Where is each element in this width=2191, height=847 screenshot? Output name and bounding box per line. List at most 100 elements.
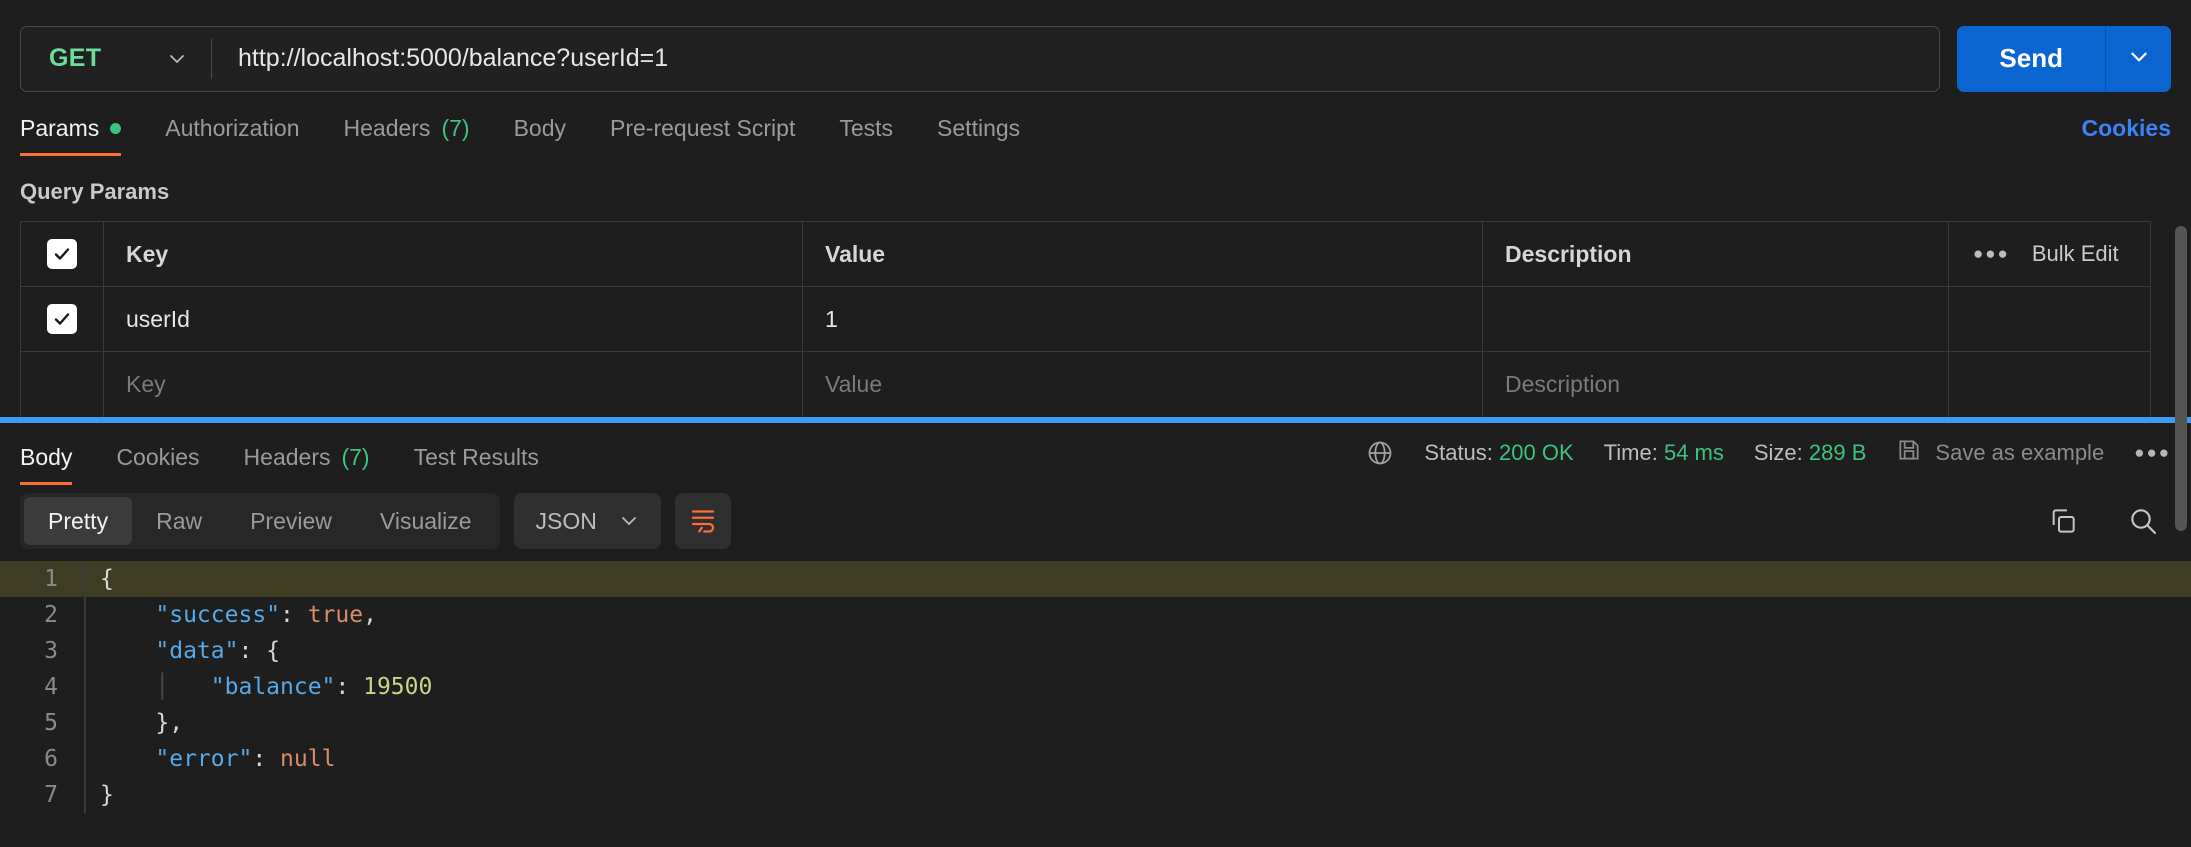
response-tab-body[interactable]: Body xyxy=(20,444,94,485)
globe-icon xyxy=(1366,439,1394,467)
bulk-edit-button[interactable]: Bulk Edit xyxy=(2032,241,2119,267)
param-value-input[interactable]: 1 xyxy=(803,287,1483,351)
code-token: } xyxy=(155,710,170,736)
response-tab-headers-label: Headers xyxy=(243,444,331,470)
new-param-description-input[interactable]: Description xyxy=(1483,352,1948,417)
url-input[interactable]: http://localhost:5000/balance?userId=1 xyxy=(212,44,1939,73)
response-tab-test-results[interactable]: Test Results xyxy=(392,444,561,485)
query-params-panel: Query Params Key Value Description ●●● B… xyxy=(0,156,2191,531)
code-line: 3 "data": { xyxy=(0,633,2191,669)
view-mode-preview[interactable]: Preview xyxy=(226,497,356,545)
http-method-label: GET xyxy=(49,44,102,72)
code-token: "success" xyxy=(155,602,281,628)
chevron-down-icon xyxy=(2128,46,2150,71)
send-button[interactable]: Send xyxy=(1957,25,2105,92)
line-number: 7 xyxy=(44,782,58,808)
row-select-cell xyxy=(21,287,104,351)
size-label: Size: xyxy=(1753,440,1803,465)
indent-guide: │ xyxy=(100,674,211,700)
tab-headers-count: (7) xyxy=(441,115,470,141)
select-all-checkbox[interactable] xyxy=(47,239,77,269)
send-button-group: Send xyxy=(1957,25,2171,92)
response-view-mode-group: Pretty Raw Preview Visualize xyxy=(20,493,500,549)
tab-params[interactable]: Params xyxy=(20,115,143,156)
response-meta-bar: Status: 200 OK Time: 54 ms Size: 289 B S… xyxy=(1366,437,2171,485)
code-token: null xyxy=(280,746,336,772)
new-param-value-input[interactable]: Value xyxy=(803,352,1483,417)
tab-headers-label: Headers xyxy=(343,115,431,141)
status-meta: Status: 200 OK xyxy=(1424,440,1573,466)
response-more-options-icon[interactable]: ●●● xyxy=(2134,443,2171,463)
code-token: , xyxy=(169,710,184,736)
tab-body[interactable]: Body xyxy=(492,115,588,156)
response-language-selector[interactable]: JSON xyxy=(513,493,661,549)
response-tab-headers[interactable]: Headers (7) xyxy=(222,444,392,485)
tab-pre-request-script[interactable]: Pre-request Script xyxy=(588,115,817,156)
more-options-icon[interactable]: ●●● xyxy=(1973,244,2010,264)
code-token: : xyxy=(238,638,267,664)
view-mode-visualize[interactable]: Visualize xyxy=(356,497,496,545)
row-checkbox[interactable] xyxy=(47,304,77,334)
query-params-title: Query Params xyxy=(20,179,170,204)
url-input-wrapper: GET http://localhost:5000/balance?userId… xyxy=(20,25,1941,92)
chevron-down-icon xyxy=(619,511,639,531)
row-spacer-empty xyxy=(1948,352,2150,417)
code-token: : xyxy=(335,674,364,700)
copy-icon[interactable] xyxy=(2047,505,2079,537)
new-param-key-input[interactable]: Key xyxy=(104,352,803,417)
tab-pre-request-script-label: Pre-request Script xyxy=(610,115,796,141)
code-line: 5 }, xyxy=(0,705,2191,741)
tab-headers[interactable]: Headers (7) xyxy=(322,115,492,156)
code-token: true xyxy=(307,602,364,628)
send-options-button[interactable] xyxy=(2105,25,2171,92)
table-header-row: Key Value Description ●●● Bulk Edit xyxy=(21,222,2150,287)
tab-tests[interactable]: Tests xyxy=(817,115,915,156)
search-icon[interactable] xyxy=(2127,505,2159,537)
line-number: 1 xyxy=(44,566,58,592)
cookies-link[interactable]: Cookies xyxy=(2082,115,2171,156)
word-wrap-toggle[interactable] xyxy=(674,493,731,549)
code-token: "balance" xyxy=(210,674,336,700)
column-header-value: Value xyxy=(803,222,1483,286)
unsaved-dot-icon xyxy=(110,123,122,134)
response-tab-cookies[interactable]: Cookies xyxy=(94,444,221,485)
column-header-description: Description xyxy=(1505,240,1632,267)
response-tab-headers-count: (7) xyxy=(341,444,370,470)
response-format-toolbar: Pretty Raw Preview Visualize JSON xyxy=(0,485,2191,561)
params-scrollbar[interactable] xyxy=(2175,226,2187,531)
time-label: Time: xyxy=(1603,440,1658,465)
response-body-code[interactable]: 1{2 "success": true, 3 "data": {4 │ "bala… xyxy=(0,561,2191,813)
view-mode-raw[interactable]: Raw xyxy=(132,497,226,545)
param-description-input[interactable] xyxy=(1483,287,1948,351)
code-token: { xyxy=(100,566,114,592)
bulk-edit-cell: ●●● Bulk Edit xyxy=(1948,222,2150,286)
param-key-input[interactable]: userId xyxy=(104,287,803,351)
code-line: 7} xyxy=(0,777,2191,813)
save-as-example-button[interactable]: Save as example xyxy=(1896,437,2104,469)
http-method-selector[interactable]: GET xyxy=(21,27,211,91)
time-value: 54 ms xyxy=(1663,440,1724,465)
line-number: 2 xyxy=(44,602,58,628)
size-value: 289 B xyxy=(1808,440,1867,465)
status-label: Status: xyxy=(1424,440,1493,465)
query-params-table: Key Value Description ●●● Bulk Edit user… xyxy=(20,221,2151,417)
response-tab-cookies-label: Cookies xyxy=(116,444,200,470)
view-mode-pretty[interactable]: Pretty xyxy=(24,497,133,545)
code-token: { xyxy=(266,638,281,664)
code-line: 2 "success": true, xyxy=(0,597,2191,633)
code-line-text: │ "balance": 19500 xyxy=(86,669,432,705)
tab-params-label: Params xyxy=(20,115,100,141)
code-line-text: "error": null xyxy=(86,741,335,777)
response-tab-body-label: Body xyxy=(20,444,73,470)
code-token: 19500 xyxy=(363,674,433,700)
tab-tests-label: Tests xyxy=(839,115,894,141)
tab-settings[interactable]: Settings xyxy=(915,115,1042,156)
tab-authorization[interactable]: Authorization xyxy=(143,115,321,156)
save-icon xyxy=(1896,437,1922,469)
tab-authorization-label: Authorization xyxy=(165,115,300,141)
code-token: , xyxy=(363,602,377,628)
code-line-text: "data": { xyxy=(86,633,280,669)
chevron-down-icon xyxy=(167,49,187,69)
